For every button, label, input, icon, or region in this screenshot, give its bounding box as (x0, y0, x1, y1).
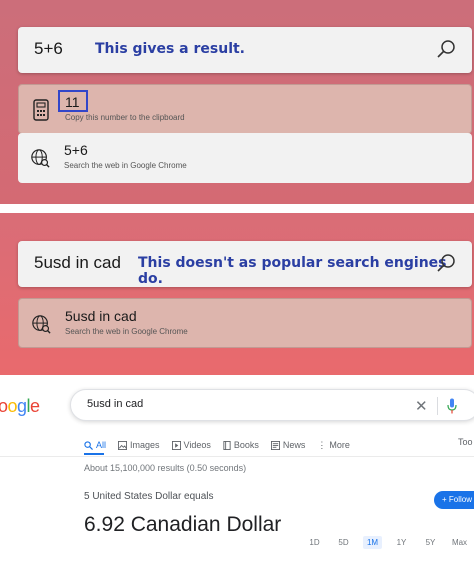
range-5y[interactable]: 5Y (416, 538, 445, 547)
annotation-text: This gives a result. (95, 41, 246, 57)
follow-button[interactable]: + Follow (434, 491, 474, 509)
result-subtitle: Search the web in Google Chrome (64, 161, 187, 170)
google-search-box[interactable]: 5usd in cad ✕ (70, 389, 474, 421)
tab-images[interactable]: Images (118, 437, 160, 453)
search-icon[interactable] (436, 39, 456, 59)
range-1m[interactable]: 1M (358, 536, 387, 549)
close-icon[interactable]: ✕ (415, 397, 428, 415)
result-subtitle: Copy this number to the clipboard (65, 113, 185, 122)
newspaper-icon (270, 440, 280, 450)
search-icon[interactable] (436, 253, 456, 273)
microphone-icon[interactable] (447, 398, 457, 414)
google-search-query[interactable]: 5usd in cad (87, 398, 143, 410)
result-stats: About 15,100,000 results (0.50 seconds) (84, 463, 247, 473)
result-item-web-search[interactable]: 5usd in cad Search the web in Google Chr… (18, 298, 472, 348)
tab-label: Images (130, 440, 160, 450)
result-title: 5usd in cad (65, 308, 137, 324)
tab-news[interactable]: News (270, 437, 306, 453)
divider (0, 456, 474, 457)
chart-range-selector: 1D 5D 1M 1Y 5Y Max (300, 536, 474, 549)
tab-more[interactable]: ⋮ More (317, 437, 350, 453)
conversion-label: 5 United States Dollar equals (84, 491, 214, 502)
search-query[interactable]: 5usd in cad (34, 253, 121, 273)
tab-label: Videos (183, 440, 211, 450)
conversion-value: 6.92 Canadian Dollar (84, 513, 282, 536)
tab-label: News (282, 440, 306, 450)
divider (0, 204, 474, 213)
search-tabs: All Images Videos Books News ⋮ More (84, 437, 362, 453)
divider (437, 397, 438, 415)
tab-label: More (329, 440, 350, 450)
result-item-calculation[interactable]: 11 Copy this number to the clipboard (18, 84, 472, 134)
book-icon (223, 440, 231, 450)
result-subtitle: Search the web in Google Chrome (65, 327, 188, 336)
google-logo[interactable]: oogle (0, 396, 40, 417)
follow-label: Follow (448, 495, 473, 504)
launcher-panel-currency (0, 213, 474, 375)
launcher-search-box[interactable]: 5usd in cad This doesn't as popular sear… (18, 241, 472, 287)
globe-search-icon (31, 149, 50, 168)
search-query[interactable]: 5+6 (34, 39, 63, 59)
tab-label: All (96, 440, 107, 450)
search-icon (84, 440, 93, 450)
range-1y[interactable]: 1Y (387, 538, 416, 547)
more-icon: ⋮ (317, 439, 327, 450)
play-icon (171, 440, 181, 450)
tools-button[interactable]: Too (458, 437, 473, 447)
tab-books[interactable]: Books (223, 437, 259, 453)
result-item-web-search[interactable]: 5+6 Search the web in Google Chrome (18, 133, 472, 183)
annotation-text: This doesn't as popular search engines d… (138, 255, 447, 287)
image-icon (118, 440, 128, 450)
highlight-box (58, 90, 88, 112)
active-tab-indicator (84, 453, 104, 455)
tab-label: Books (233, 440, 259, 450)
calculator-icon (33, 99, 49, 121)
range-1d[interactable]: 1D (300, 538, 329, 547)
tab-videos[interactable]: Videos (171, 437, 211, 453)
result-title: 5+6 (64, 142, 88, 158)
tab-all[interactable]: All (84, 437, 106, 453)
launcher-search-box[interactable]: 5+6 This gives a result. (18, 27, 472, 73)
plus-icon: + (442, 495, 449, 504)
range-5d[interactable]: 5D (329, 538, 358, 547)
range-max[interactable]: Max (445, 538, 474, 547)
globe-search-icon (32, 315, 51, 334)
